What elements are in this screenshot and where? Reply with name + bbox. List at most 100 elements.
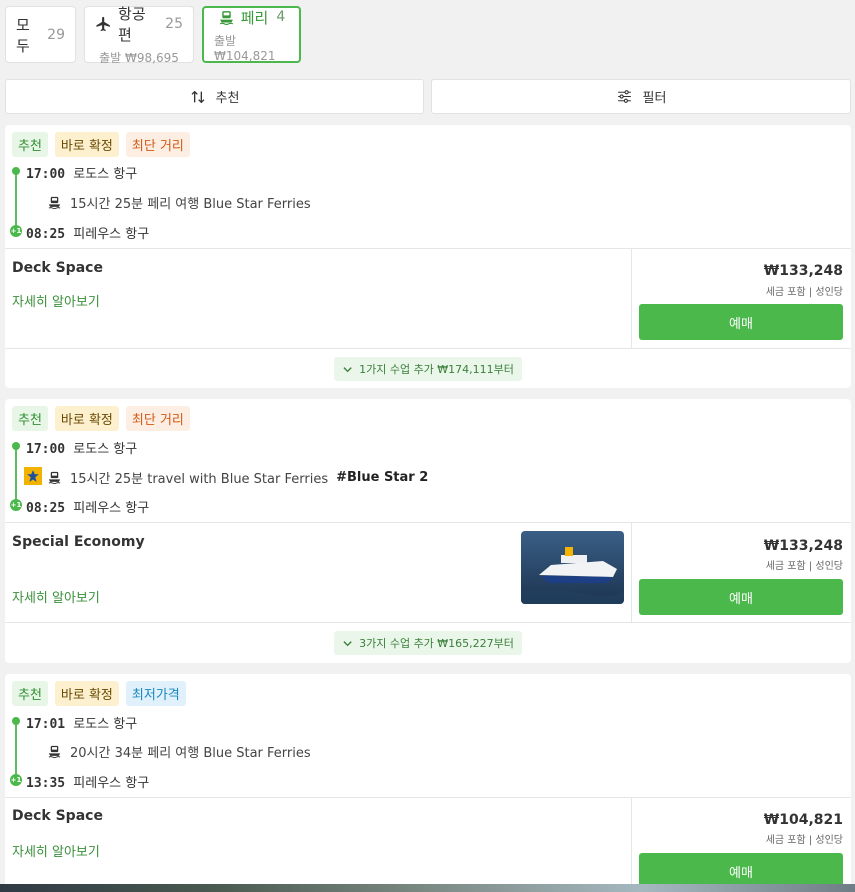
departure-time: 17:00 (26, 442, 66, 457)
more-classes-label: 3가지 수업 추가 ₩165,227부터 (359, 637, 514, 650)
tag-recommended: 추천 (12, 681, 48, 706)
tab-sub-label: 출발 (214, 33, 237, 48)
tab-flights[interactable]: 항공편 25 출발 ₩98,695 (84, 5, 194, 65)
divider (5, 248, 851, 249)
tab-count: 25 (165, 16, 183, 32)
arrival-place: 피레우스 항구 (73, 227, 150, 242)
day-offset-badge: +1 (10, 499, 22, 511)
fare-class: Special Economy (12, 534, 145, 550)
departure-stop: 17:00 로도스 항구 (26, 438, 137, 457)
arrival-time: 08:25 (26, 227, 66, 242)
ferry-icon (48, 196, 61, 210)
ferry-icon (48, 745, 61, 759)
tag-list: 추천 바로 확정 최저가격 (12, 681, 186, 706)
tab-count: 29 (47, 26, 65, 43)
price-note: 세금 포함 | 성인당 (765, 835, 843, 846)
price: ₩104,821 (763, 812, 843, 828)
divider (631, 797, 632, 892)
ferry-icon (219, 10, 233, 25)
departure-dot (12, 442, 20, 450)
leg-text: 15시간 25분 travel with Blue Star Ferries (70, 472, 329, 487)
day-offset-badge: +1 (10, 774, 22, 786)
sort-button[interactable]: 추천 (5, 79, 424, 114)
book-button[interactable]: 예매 (639, 304, 843, 340)
departure-dot (12, 717, 20, 725)
arrival-time: 08:25 (26, 501, 66, 516)
departure-place: 로도스 항구 (73, 717, 138, 732)
departure-stop: 17:00 로도스 항구 (26, 163, 137, 182)
vessel-name: #Blue Star 2 (336, 470, 429, 485)
departure-place: 로도스 항구 (73, 167, 138, 182)
divider (5, 622, 851, 623)
tab-price: ₩104,821 (214, 48, 276, 63)
plane-icon (96, 16, 110, 32)
tab-price: ₩98,695 (125, 51, 179, 65)
more-classes-label: 1가지 수업 추가 ₩174,111부터 (359, 363, 514, 376)
arrival-stop: 08:25 피레우스 항구 (26, 223, 149, 242)
tab-sub-label: 출발 (99, 51, 122, 65)
tab-label: 페리 (240, 8, 269, 27)
chevron-down-icon (343, 366, 352, 372)
tab-count: 4 (276, 9, 286, 25)
arrival-place: 피레우스 항구 (73, 776, 150, 791)
tag-instant-confirm: 바로 확정 (54, 681, 119, 706)
sort-label: 추천 (215, 91, 240, 106)
divider (631, 522, 632, 622)
tag-instant-confirm: 바로 확정 (54, 406, 119, 431)
arrival-time: 13:35 (26, 776, 66, 791)
tag-shortest: 최단 거리 (125, 406, 190, 431)
route-timeline (15, 444, 17, 504)
departure-dot (12, 167, 20, 175)
fare-class: Deck Space (12, 260, 103, 276)
price-note: 세금 포함 | 성인당 (765, 287, 843, 298)
price: ₩133,248 (763, 538, 843, 554)
departure-time: 17:00 (26, 167, 66, 182)
tag-list: 추천 바로 확정 최단 거리 (12, 132, 190, 157)
tab-all[interactable]: 모두 29 (5, 6, 76, 63)
ferry-result-card: 추천 바로 확정 최단 거리 17:00 로도스 항구 15시간 25분 페리 … (5, 125, 851, 388)
tag-recommended: 추천 (12, 132, 48, 157)
ferry-icon (48, 471, 61, 485)
price-note: 세금 포함 | 성인당 (765, 561, 843, 572)
tag-list: 추천 바로 확정 최단 거리 (12, 406, 190, 431)
departure-time: 17:01 (26, 717, 66, 732)
filter-sliders-icon (617, 90, 631, 103)
day-offset-badge: +1 (10, 225, 22, 237)
route-timeline (15, 170, 17, 230)
tab-label: 항공편 (118, 5, 146, 44)
leg-info: 20시간 34분 페리 여행 Blue Star Ferries (47, 742, 311, 761)
transport-tabs: 모두 29 항공편 25 출발 ₩98,695 페리 4 출발 ₩104,821 (5, 5, 301, 65)
fare-class: Deck Space (12, 808, 103, 824)
more-classes-button[interactable]: 1가지 수업 추가 ₩174,111부터 (334, 357, 522, 381)
chevron-down-icon (343, 640, 352, 646)
details-link[interactable]: 자세히 알아보기 (12, 841, 100, 860)
book-button[interactable]: 예매 (639, 579, 843, 615)
divider (5, 522, 851, 523)
departure-place: 로도스 항구 (73, 442, 138, 457)
ferry-photo[interactable] (521, 531, 624, 604)
blue-star-logo-icon (24, 467, 42, 485)
details-link[interactable]: 자세히 알아보기 (12, 587, 100, 606)
details-link[interactable]: 자세히 알아보기 (12, 291, 100, 310)
filter-button[interactable]: 필터 (431, 79, 851, 114)
leg-info: 15시간 25분 페리 여행 Blue Star Ferries (47, 193, 311, 212)
divider (5, 797, 851, 798)
departure-stop: 17:01 로도스 항구 (26, 713, 137, 732)
arrival-place: 피레우스 항구 (73, 501, 150, 516)
divider (631, 248, 632, 348)
tag-shortest: 최단 거리 (125, 132, 190, 157)
tab-ferries[interactable]: 페리 4 출발 ₩104,821 (202, 6, 301, 63)
tab-label: 모두 (16, 15, 30, 55)
arrival-stop: 13:35 피레우스 항구 (26, 772, 149, 791)
route-timeline (15, 719, 17, 779)
ferry-result-card: 추천 바로 확정 최단 거리 17:00 로도스 항구 15시간 25분 tra… (5, 399, 851, 663)
background-image-strip (0, 884, 855, 892)
arrival-stop: 08:25 피레우스 항구 (26, 497, 149, 516)
leg-text: 20시간 34분 페리 여행 Blue Star Ferries (70, 746, 311, 761)
divider (5, 348, 851, 349)
tag-recommended: 추천 (12, 406, 48, 431)
more-classes-button[interactable]: 3가지 수업 추가 ₩165,227부터 (334, 631, 522, 655)
price: ₩133,248 (763, 263, 843, 279)
leg-info: 15시간 25분 travel with Blue Star Ferries #… (47, 468, 428, 487)
sort-icon (191, 90, 205, 103)
